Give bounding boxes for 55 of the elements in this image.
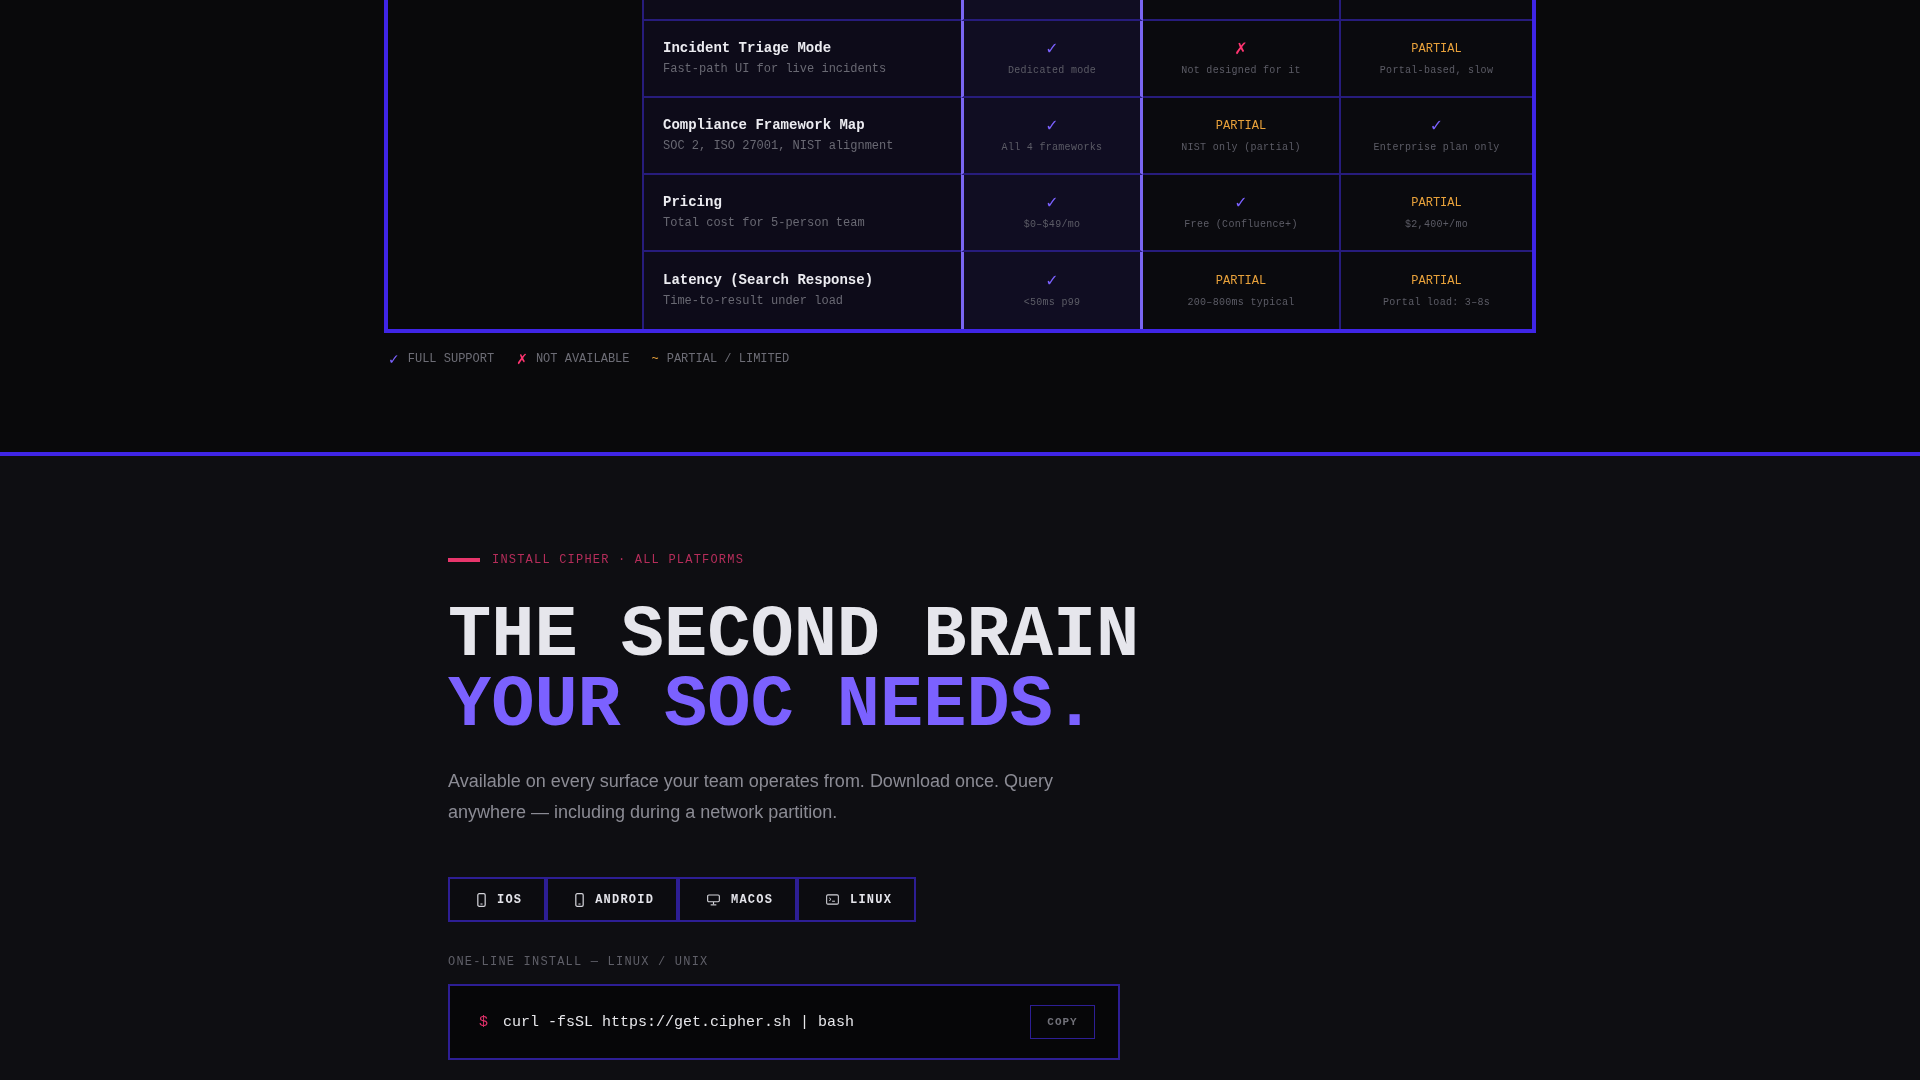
feature-description: SOC 2, ISO 27001, NIST alignment — [663, 139, 894, 154]
cell-note: Not designed for it — [1181, 64, 1301, 77]
status-label: PARTIAL — [1215, 118, 1267, 135]
legend-label: PARTIAL / LIMITED — [666, 351, 790, 367]
cell-note: Enterprise plan only — [1373, 141, 1500, 154]
tilde-icon: ~ — [651, 351, 659, 367]
cell-note: NIST only (partial) — [1181, 141, 1301, 154]
dash-icon — [448, 558, 480, 562]
feature-name: Latency (Search Response) — [663, 272, 874, 289]
platform-tab[interactable]: ANDROID — [546, 877, 679, 922]
check-icon: ✓ — [388, 351, 400, 367]
check-icon: ✓ — [1045, 40, 1059, 58]
status-label: PARTIAL — [1215, 273, 1267, 290]
headline: THE SECOND BRAIN — [448, 601, 1140, 671]
legend-label: FULL SUPPORT — [407, 351, 495, 367]
intro-paragraph: Available on every surface your team operates from. Download once. Query anywhere — including during a network partition. — [448, 770, 1054, 824]
status-label: PARTIAL — [1411, 273, 1462, 290]
feature-description: Total cost for 5-person team — [663, 216, 865, 231]
cell-note: <50ms p99 — [1023, 296, 1081, 309]
cell-note: Portal-based, slow — [1379, 64, 1494, 77]
check-icon: ✓ — [1045, 194, 1059, 212]
terminal-icon — [826, 894, 840, 905]
headline-accent: YOUR SOC NEEDS. — [448, 671, 1097, 741]
feature-description: Time-to-result under load — [663, 294, 844, 309]
check-icon: ✓ — [1234, 194, 1248, 212]
check-icon: ✓ — [1045, 272, 1059, 290]
prompt-symbol: $ — [479, 1013, 488, 1031]
command-label: ONE-LINE INSTALL — LINUX / UNIX — [448, 954, 709, 970]
check-icon: ✓ — [1045, 117, 1059, 135]
legend-label: NOT AVAILABLE — [535, 351, 630, 367]
status-label: PARTIAL — [1411, 41, 1462, 58]
feature-description: Fast-path UI for live incidents — [663, 62, 887, 77]
eyebrow-label: INSTALL CIPHER · ALL PLATFORMS — [492, 552, 745, 568]
feature-name: Pricing — [663, 194, 722, 211]
copy-button[interactable]: COPY — [1030, 1005, 1095, 1039]
platform-tab[interactable]: MACOS — [678, 877, 798, 922]
cell-note: $2,400+/mo — [1405, 218, 1468, 231]
platform-tab[interactable]: LINUX — [797, 877, 917, 922]
cell-note: Free (Confluence+) — [1184, 218, 1298, 231]
platform-tab[interactable]: IOS — [448, 877, 547, 922]
cell-note: All 4 frameworks — [1001, 141, 1103, 154]
cell-note: Dedicated mode — [1007, 64, 1097, 77]
command-text: curl -fsSL https://get.cipher.sh | bash — [503, 1013, 855, 1031]
cell-note: 200–800ms typical — [1187, 296, 1295, 309]
cross-icon: ✗ — [1234, 40, 1248, 58]
cross-icon: ✗ — [516, 351, 528, 367]
cell-note: $0–$49/mo — [1023, 218, 1081, 231]
phone-icon — [575, 892, 585, 907]
feature-name: Incident Triage Mode — [663, 40, 832, 57]
monitor-icon — [707, 893, 721, 906]
feature-name: Compliance Framework Map — [663, 117, 865, 134]
cell-note: Portal load: 3–8s — [1382, 296, 1491, 309]
status-label: PARTIAL — [1411, 195, 1462, 212]
phone-icon — [477, 892, 486, 907]
check-icon: ✓ — [1429, 117, 1444, 135]
